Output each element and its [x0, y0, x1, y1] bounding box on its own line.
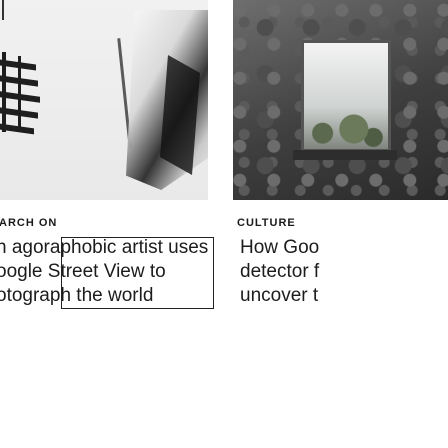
- headline-line[interactable]: n agoraphobic artist uses: [0, 236, 214, 260]
- article-card-left[interactable]: ARCH ON n agoraphobic artist uses oogle …: [0, 0, 218, 448]
- headline-line[interactable]: otograph the world: [0, 284, 214, 308]
- article-card-right[interactable]: CULTURE How Goo detector f uncover t: [233, 0, 448, 448]
- article-headline[interactable]: n agoraphobic artist uses oogle Street V…: [0, 236, 214, 308]
- article-category[interactable]: CULTURE: [237, 217, 296, 229]
- window-ledge: [293, 150, 397, 160]
- headline-line[interactable]: How Goo: [240, 236, 448, 260]
- article-headline[interactable]: How Goo detector f uncover t: [240, 236, 448, 308]
- article-category[interactable]: ARCH ON: [0, 217, 57, 229]
- wall-bar: [18, 56, 21, 132]
- headline-line[interactable]: oogle Street View to: [0, 260, 214, 284]
- article-thumbnail[interactable]: [0, 0, 208, 200]
- article-thumbnail[interactable]: [233, 0, 448, 200]
- trees-image: [307, 108, 385, 150]
- headline-line[interactable]: detector f: [240, 260, 448, 284]
- wall-bar: [2, 52, 6, 132]
- hanging-wire: [2, 0, 4, 20]
- headline-line[interactable]: uncover t: [240, 284, 448, 308]
